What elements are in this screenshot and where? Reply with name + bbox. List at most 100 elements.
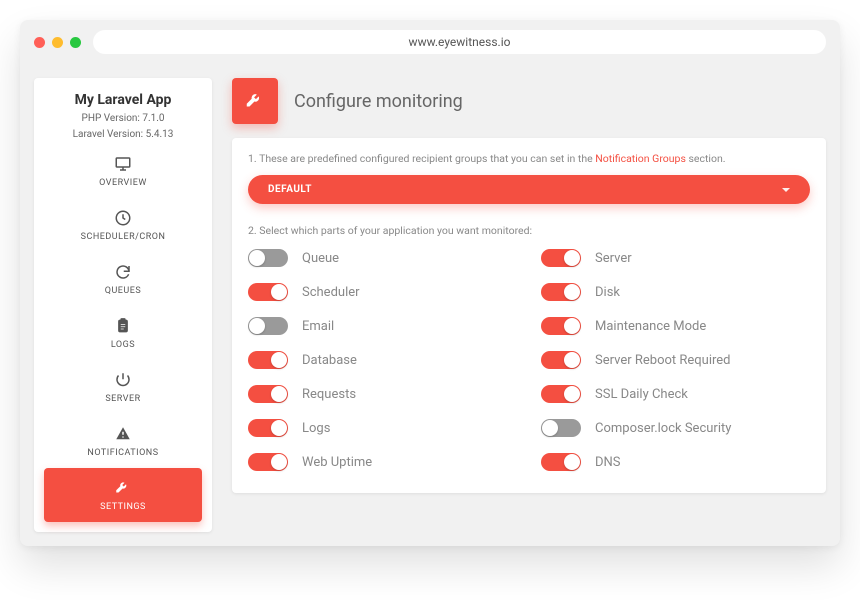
app-info-card: My Laravel App PHP Version: 7.1.0 Larave… <box>34 78 212 532</box>
sidebar-item-label: SETTINGS <box>100 502 146 512</box>
toggle-knob <box>564 352 580 368</box>
toggle-web-uptime: Web Uptime <box>248 453 517 471</box>
toggle-email: Email <box>248 317 517 335</box>
toggle-dns: DNS <box>541 453 810 471</box>
sidebar-item-server[interactable]: SERVER <box>44 360 202 414</box>
refresh-icon <box>113 262 133 282</box>
sidebar-item-label: SERVER <box>105 394 140 404</box>
close-window-icon[interactable] <box>34 37 45 48</box>
sidebar-item-queues[interactable]: QUEUES <box>44 252 202 306</box>
url-bar[interactable]: www.eyewitness.io <box>93 30 826 54</box>
toggle-switch[interactable] <box>541 419 581 437</box>
sidebar-item-scheduler[interactable]: SCHEDULER/CRON <box>44 198 202 252</box>
toggle-label: Server <box>595 251 632 266</box>
toggle-knob <box>564 318 580 334</box>
toggle-knob <box>564 386 580 402</box>
toggle-knob <box>271 420 287 436</box>
sidebar-item-label: LOGS <box>111 340 135 350</box>
toggle-ssl-daily-check: SSL Daily Check <box>541 385 810 403</box>
app-name: My Laravel App <box>44 92 202 108</box>
toggle-maintenance-mode: Maintenance Mode <box>541 317 810 335</box>
toggle-knob <box>564 454 580 470</box>
toggle-label: Email <box>302 319 334 334</box>
toggle-switch[interactable] <box>541 317 581 335</box>
toggle-label: Scheduler <box>302 285 360 300</box>
toggle-label: Logs <box>302 421 330 436</box>
sidebar-item-overview[interactable]: OVERVIEW <box>44 144 202 198</box>
toggle-switch[interactable] <box>248 351 288 369</box>
toggle-knob <box>564 284 580 300</box>
maximize-window-icon[interactable] <box>70 37 81 48</box>
toggle-knob <box>542 420 558 436</box>
toggle-logs: Logs <box>248 419 517 437</box>
browser-window: www.eyewitness.io My Laravel App PHP Ver… <box>20 20 840 546</box>
toggle-knob <box>249 250 265 266</box>
sidebar-item-label: QUEUES <box>105 286 141 296</box>
window-controls <box>34 37 81 48</box>
toggle-label: Maintenance Mode <box>595 319 706 334</box>
toggle-switch[interactable] <box>541 283 581 301</box>
monitor-icon <box>113 154 133 174</box>
page-header: Configure monitoring <box>232 78 826 124</box>
toggle-switch[interactable] <box>248 453 288 471</box>
toggle-switch[interactable] <box>248 283 288 301</box>
toggle-knob <box>271 352 287 368</box>
toggle-switch[interactable] <box>248 419 288 437</box>
step1-text: 1. These are predefined configured recip… <box>248 152 810 165</box>
toggle-label: Database <box>302 353 357 368</box>
chevron-down-icon <box>782 188 790 192</box>
step1-suffix: section. <box>686 152 726 165</box>
wrench-icon <box>232 78 278 124</box>
dropdown-value: DEFAULT <box>268 184 312 195</box>
sidebar: My Laravel App PHP Version: 7.1.0 Larave… <box>34 78 212 532</box>
notification-groups-link[interactable]: Notification Groups <box>595 152 686 165</box>
sidebar-item-label: SCHEDULER/CRON <box>81 232 166 242</box>
toggle-label: Server Reboot Required <box>595 353 731 368</box>
sidebar-item-settings[interactable]: SETTINGS <box>44 468 202 522</box>
step1-prefix: 1. These are predefined configured recip… <box>248 152 595 165</box>
settings-panel: 1. These are predefined configured recip… <box>232 138 826 493</box>
clock-icon <box>113 208 133 228</box>
toggle-knob <box>271 284 287 300</box>
toggle-label: Queue <box>302 251 339 266</box>
toggle-switch[interactable] <box>248 385 288 403</box>
toggle-queue: Queue <box>248 249 517 267</box>
sidebar-item-logs[interactable]: LOGS <box>44 306 202 360</box>
sidebar-item-label: NOTIFICATIONS <box>87 448 158 458</box>
sidebar-item-notifications[interactable]: NOTIFICATIONS <box>44 414 202 468</box>
toggle-knob <box>249 318 265 334</box>
toggle-switch[interactable] <box>248 249 288 267</box>
step2-text: 2. Select which parts of your applicatio… <box>248 224 810 237</box>
laravel-version: Laravel Version: 5.4.13 <box>44 129 202 140</box>
toggle-switch[interactable] <box>541 351 581 369</box>
nav-list: OVERVIEW SCHEDULER/CRON QUEUES <box>44 144 202 522</box>
toggle-switch[interactable] <box>248 317 288 335</box>
clipboard-icon <box>113 316 133 336</box>
toggle-label: SSL Daily Check <box>595 387 688 402</box>
page-title: Configure monitoring <box>294 91 463 112</box>
toggle-server-reboot-required: Server Reboot Required <box>541 351 810 369</box>
php-version: PHP Version: 7.1.0 <box>44 113 202 124</box>
wrench-icon <box>113 478 133 498</box>
main-content: Configure monitoring 1. These are predef… <box>232 78 826 532</box>
toggle-server: Server <box>541 249 810 267</box>
minimize-window-icon[interactable] <box>52 37 63 48</box>
toggle-disk: Disk <box>541 283 810 301</box>
toggle-switch[interactable] <box>541 385 581 403</box>
app-body: My Laravel App PHP Version: 7.1.0 Larave… <box>20 64 840 546</box>
toggle-label: Web Uptime <box>302 455 372 470</box>
toggle-label: Disk <box>595 285 620 300</box>
toggle-scheduler: Scheduler <box>248 283 517 301</box>
recipient-group-dropdown[interactable]: DEFAULT <box>248 175 810 204</box>
sidebar-item-label: OVERVIEW <box>99 178 147 188</box>
power-icon <box>113 370 133 390</box>
toggle-database: Database <box>248 351 517 369</box>
toggle-knob <box>271 386 287 402</box>
browser-chrome: www.eyewitness.io <box>20 20 840 64</box>
toggle-label: Composer.lock Security <box>595 421 731 436</box>
toggle-composer-lock-security: Composer.lock Security <box>541 419 810 437</box>
toggle-switch[interactable] <box>541 453 581 471</box>
toggle-switch[interactable] <box>541 249 581 267</box>
toggle-grid: Queue Server Scheduler Disk Email Maintenance… <box>248 249 810 471</box>
toggle-knob <box>564 250 580 266</box>
